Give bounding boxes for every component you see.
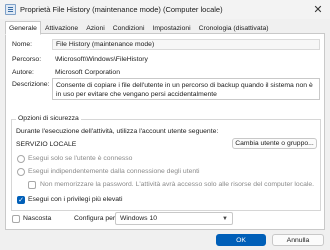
task-properties-icon bbox=[5, 4, 16, 15]
security-group-title: Opzioni di sicurezza bbox=[16, 115, 81, 122]
run-independent-label: Esegui indipendentemente dalla connessio… bbox=[28, 168, 200, 175]
security-options-group: Opzioni di sicurezza Durante l'esecuzion… bbox=[11, 115, 321, 211]
author-value: Microsoft Corporation bbox=[55, 69, 120, 76]
no-password-checkbox[interactable] bbox=[28, 181, 36, 189]
chevron-down-icon: ▼ bbox=[222, 216, 228, 222]
ok-button[interactable]: OK bbox=[216, 234, 266, 246]
window-title: Proprietà File History (maintenance mode… bbox=[20, 5, 223, 14]
run-as-prompt: Durante l'esecuzione dell'attività, util… bbox=[16, 128, 219, 135]
run-logged-on-radio[interactable] bbox=[17, 155, 25, 163]
path-value: \Microsoft\Windows\FileHistory bbox=[55, 56, 148, 63]
configure-select[interactable]: Windows 10 ▼ bbox=[115, 212, 233, 225]
title-bar: Proprietà File History (maintenance mode… bbox=[0, 0, 330, 19]
account-value: SERVIZIO LOCALE bbox=[16, 141, 77, 148]
run-independent-radio[interactable] bbox=[17, 168, 25, 176]
path-label: Percorso: bbox=[12, 56, 42, 63]
run-logged-on-label: Esegui solo se l'utente è connesso bbox=[28, 155, 133, 162]
author-label: Autore: bbox=[12, 69, 34, 76]
hidden-checkbox[interactable] bbox=[12, 215, 20, 223]
tab-generale[interactable]: Generale bbox=[5, 21, 41, 35]
no-password-label: Non memorizzare la password. L'attività … bbox=[40, 181, 315, 188]
description-field[interactable]: Consente di copiare i file dell'utente i… bbox=[52, 78, 320, 100]
general-panel: Nome: File History (maintenance mode) Pe… bbox=[5, 33, 325, 230]
name-field[interactable]: File History (maintenance mode) bbox=[52, 39, 320, 50]
description-label: Descrizione: bbox=[12, 81, 50, 88]
configure-value: Windows 10 bbox=[120, 215, 158, 222]
highest-privileges-checkbox[interactable]: ✓ bbox=[17, 196, 25, 204]
change-user-button[interactable]: Cambia utente o gruppo... bbox=[232, 138, 317, 149]
configure-label: Configura per: bbox=[74, 215, 118, 222]
hidden-label: Nascosta bbox=[23, 215, 52, 222]
close-button[interactable]: ✕ bbox=[306, 0, 330, 19]
name-label: Nome: bbox=[12, 41, 33, 48]
highest-privileges-label: Esegui con i privilegi più elevati bbox=[28, 196, 123, 203]
cancel-button[interactable]: Annulla bbox=[272, 234, 324, 246]
